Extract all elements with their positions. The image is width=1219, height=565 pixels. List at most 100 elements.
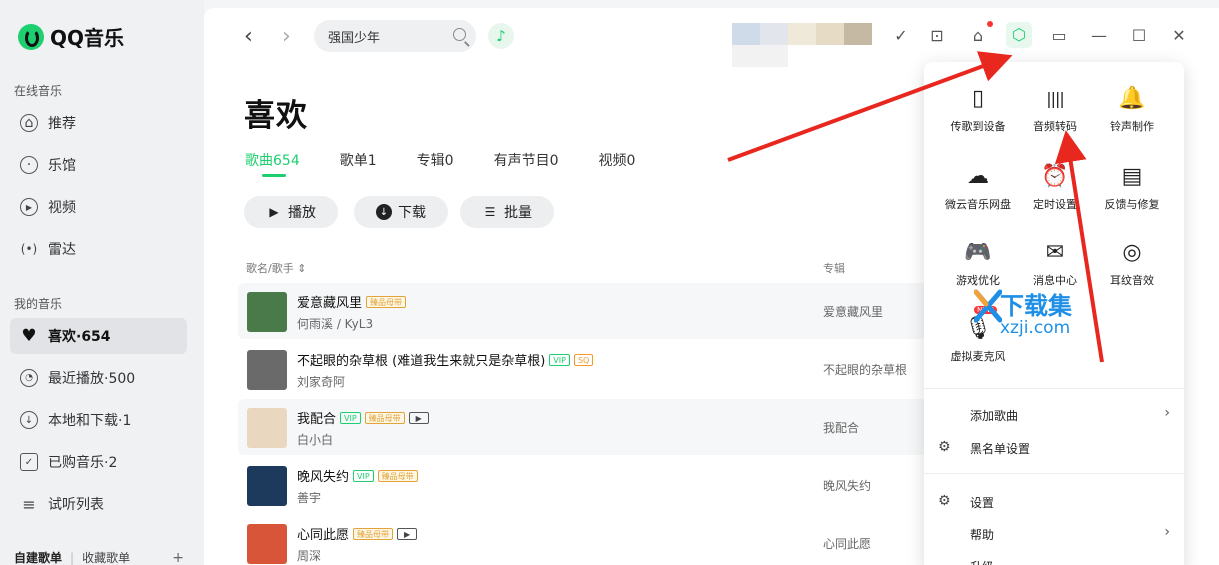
song-album[interactable]: 我配合 xyxy=(823,419,859,436)
menu-row-blacklist[interactable]: ⚙ 黑名单设置 xyxy=(924,434,1184,462)
minimize-button[interactable]: — xyxy=(1088,26,1110,45)
table-row[interactable]: 心同此愿 臻品母带 ▶ 周深 心同此愿 xyxy=(238,515,928,565)
table-row[interactable]: 爱意藏风里 臻品母带 何雨溪 / KyL3 爱意藏风里 xyxy=(238,283,928,339)
tab-audio-programs[interactable]: 有声节目0 xyxy=(494,150,559,170)
menu-divider xyxy=(924,473,1184,474)
menu-row-settings[interactable]: ⚙ 设置 xyxy=(924,488,1184,516)
add-playlist-icon[interactable]: + xyxy=(172,550,184,565)
forward-button[interactable]: › xyxy=(282,24,291,49)
tab-videos[interactable]: 视频0 xyxy=(599,150,636,170)
alarm-icon: ⏰ xyxy=(1041,164,1069,189)
menu-item-label: 定时设置 xyxy=(1033,198,1077,211)
menu-row-add-song[interactable]: 添加歌曲 › xyxy=(924,401,1184,429)
bell-icon: 🔔 xyxy=(1118,86,1146,111)
menu-item-message-center[interactable]: ✉ 消息中心 xyxy=(1012,238,1098,288)
sidebar-item-recent[interactable]: ◔ 最近播放·500 xyxy=(10,360,187,396)
qq-music-logo-icon xyxy=(18,23,44,50)
master-badge: 臻品母带 xyxy=(366,295,407,308)
song-title: 不起眼的杂草根 (难道我生来就只是杂草根) VIP SQ xyxy=(297,350,594,369)
play-all-button[interactable]: ▶ 播放 xyxy=(244,196,338,228)
song-album[interactable]: 不起眼的杂草根 xyxy=(823,361,907,378)
tab-created-playlists[interactable]: 自建歌单 xyxy=(14,549,62,565)
menu-item-ringtone[interactable]: 🔔 铃声制作 xyxy=(1089,84,1175,134)
menu-item-cloud-drive[interactable]: ☁ 微云音乐网盘 xyxy=(935,162,1021,212)
song-artist[interactable]: 善宇 xyxy=(297,489,321,506)
tab-playlists[interactable]: 歌单1 xyxy=(340,150,377,170)
close-button[interactable]: ✕ xyxy=(1168,26,1190,45)
menu-row-label: 添加歌曲 xyxy=(970,409,1019,423)
watermark-url: xzji.com xyxy=(1000,318,1071,338)
song-album[interactable]: 心同此愿 xyxy=(823,535,871,552)
song-title: 心同此愿 臻品母带 ▶ xyxy=(297,524,418,543)
back-button[interactable]: ‹ xyxy=(244,24,253,49)
button-label: 批量 xyxy=(504,205,532,221)
mail-icon: ✉ xyxy=(1045,240,1065,265)
menu-item-label: 微云音乐网盘 xyxy=(945,198,1011,211)
sidebar-item-purchased[interactable]: ✓ 已购音乐·2 xyxy=(10,444,187,480)
user-avatar[interactable] xyxy=(732,23,872,45)
song-artist[interactable]: 刘家奇阿 xyxy=(297,373,345,390)
sidebar-item-local-download[interactable]: ↓ 本地和下载·1 xyxy=(10,402,187,438)
app-logo[interactable]: QQ音乐 xyxy=(18,22,124,51)
menu-item-game-optimize[interactable]: 🎮 游戏优化 xyxy=(935,238,1021,288)
section-online-music: 在线音乐 xyxy=(14,84,63,98)
avatar-shadow xyxy=(732,45,788,67)
tab-collected-playlists[interactable]: 收藏歌单 xyxy=(82,549,130,565)
column-header-song[interactable]: 歌名/歌手 ⇕ xyxy=(246,260,306,276)
song-artist[interactable]: 白小白 xyxy=(297,431,333,448)
column-header-album: 专辑 xyxy=(823,262,845,275)
album-cover xyxy=(247,466,287,506)
master-badge: 臻品母带 xyxy=(353,527,394,540)
check-icon[interactable]: ✓ xyxy=(890,26,912,45)
song-artist[interactable]: 何雨溪 / KyL3 xyxy=(297,315,373,332)
song-title-text: 爱意藏风里 xyxy=(297,296,363,311)
avatar-pixel xyxy=(732,23,760,45)
menu-row-label: 设置 xyxy=(970,496,995,510)
menu-item-feedback[interactable]: ▤ 反馈与修复 xyxy=(1089,162,1175,212)
home-icon: ⌂ xyxy=(20,114,38,132)
song-album[interactable]: 晚风失约 xyxy=(823,477,871,494)
batch-button[interactable]: ☰ 批量 xyxy=(460,196,554,228)
search-icon[interactable] xyxy=(453,28,466,41)
menu-row-help[interactable]: 帮助 › xyxy=(924,520,1184,548)
waveform-icon: |||| xyxy=(1046,89,1065,108)
song-artist[interactable]: 周深 xyxy=(297,547,321,564)
gamepad-icon[interactable]: ⊡ xyxy=(926,26,948,45)
table-row[interactable]: 我配合 VIP 臻品母带 ▶ 白小白 我配合 xyxy=(238,399,928,455)
purchase-icon: ✓ xyxy=(20,453,38,471)
avatar-pixel xyxy=(844,23,872,45)
table-row[interactable]: 不起眼的杂草根 (难道我生来就只是杂草根) VIP SQ 刘家奇阿 不起眼的杂草… xyxy=(238,341,928,397)
menu-row-upgrade[interactable]: 升级 xyxy=(924,552,1184,565)
menu-item-audio-transcode[interactable]: |||| 音频转码 xyxy=(1012,84,1098,134)
gamepad-icon: 🎮 xyxy=(964,240,992,265)
sidebar-item-trial-list[interactable]: ≡ 试听列表 xyxy=(10,486,187,522)
menu-item-timer[interactable]: ⏰ 定时设置 xyxy=(1012,162,1098,212)
music-recognition-icon[interactable]: ♪ xyxy=(488,23,514,49)
song-album[interactable]: 爱意藏风里 xyxy=(823,303,883,320)
sidebar-item-label: 乐馆 xyxy=(48,158,76,174)
sidebar-item-radar[interactable]: (•) 雷达 xyxy=(10,231,187,267)
sidebar-item-recommend[interactable]: ⌂ 推荐 xyxy=(10,105,187,141)
mini-player-icon[interactable]: ▭ xyxy=(1048,26,1070,45)
skin-shirt-icon[interactable]: ⌂ xyxy=(967,26,989,45)
avatar-pixel xyxy=(760,23,788,45)
mv-badge[interactable]: ▶ xyxy=(397,527,418,540)
master-badge: 臻品母带 xyxy=(377,469,418,482)
sidebar-item-video[interactable]: ▶ 视频 xyxy=(10,189,187,225)
settings-hex-icon[interactable]: ⬡ xyxy=(1006,22,1032,48)
menu-item-transfer-to-device[interactable]: ▯ 传歌到设备 xyxy=(935,84,1021,134)
sidebar-item-favorites[interactable]: ♥ 喜欢·654 xyxy=(10,318,187,354)
sidebar-item-music-hall[interactable]: · 乐馆 xyxy=(10,147,187,183)
mv-badge[interactable]: ▶ xyxy=(408,411,429,424)
song-title-text: 心同此愿 xyxy=(297,528,350,543)
search-input[interactable]: 强国少年 xyxy=(314,20,476,52)
sidebar-item-label: 最近播放·500 xyxy=(48,371,136,387)
table-row[interactable]: 晚风失约 VIP 臻品母带 善宇 晚风失约 xyxy=(238,457,928,513)
tab-albums[interactable]: 专辑0 xyxy=(417,150,454,170)
menu-item-ear-sound[interactable]: ◎ 耳纹音效 xyxy=(1089,238,1175,288)
maximize-button[interactable]: ☐ xyxy=(1128,26,1150,45)
download-button[interactable]: ↓ 下载 xyxy=(354,196,448,228)
watermark-title: 下载集 xyxy=(1000,292,1072,320)
song-title-text: 不起眼的杂草根 (难道我生来就只是杂草根) xyxy=(297,354,546,369)
tab-songs[interactable]: 歌曲654 xyxy=(245,150,300,177)
